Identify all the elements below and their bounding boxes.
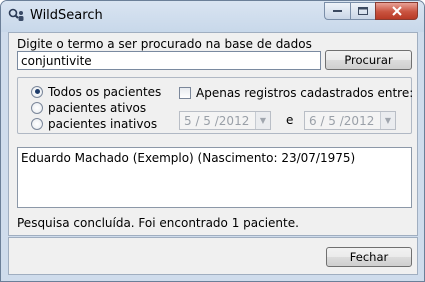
results-list[interactable]: Eduardo Machado (Exemplo) (Nascimento: 2… [17,147,412,208]
radio-all-patients[interactable]: Todos os pacientes [31,84,171,99]
close-icon[interactable] [375,2,418,20]
end-date-value: 6 / 5 /2012 [309,113,375,128]
radio-label: pacientes inativos [48,116,158,131]
main-panel: Digite o termo a ser procurado na base d… [8,32,418,236]
search-label: Digite o termo a ser procurado na base d… [17,37,312,51]
radio-active-patients[interactable]: pacientes ativos [31,100,171,115]
filter-group: Todos os pacientes pacientes ativos paci… [17,77,413,134]
dropdown-arrow-icon[interactable]: ▼ [380,112,395,129]
checkbox-label: Apenas registros cadastrados entre: [196,86,414,100]
list-item[interactable]: Eduardo Machado (Exemplo) (Nascimento: 2… [21,151,355,165]
date-conjunction: e [286,113,294,127]
dropdown-arrow-icon[interactable]: ▼ [255,112,270,129]
radio-label: pacientes ativos [48,100,147,115]
radio-inactive-patients[interactable]: pacientes inativos [31,116,171,131]
title-bar[interactable]: WildSearch [1,1,424,32]
search-input[interactable] [17,51,321,70]
checkbox-unchecked-icon [179,87,191,99]
close-button[interactable]: Fechar [326,247,412,267]
search-people-icon [8,8,24,21]
date-range-checkbox[interactable]: Apenas registros cadastrados entre: [179,86,413,100]
app-window: WildSearch Digite o termo a ser procurad… [0,0,425,282]
radio-unchecked-icon [31,117,43,130]
status-text: Pesquisa concluída. Foi encontrado 1 pac… [17,216,299,230]
footer-bar: Fechar [8,237,418,275]
start-date-value: 5 / 5 /2012 [184,113,250,128]
maximize-icon[interactable] [350,2,375,20]
radio-checked-icon [31,85,43,98]
minimize-icon[interactable] [324,2,350,20]
window-controls [324,2,418,20]
start-date-picker[interactable]: 5 / 5 /2012 ▼ [179,111,271,130]
search-button[interactable]: Procurar [325,50,412,70]
radio-unchecked-icon [31,101,43,114]
end-date-picker[interactable]: 6 / 5 /2012 ▼ [304,111,396,130]
radio-label: Todos os pacientes [48,84,162,99]
window-title: WildSearch [30,8,103,23]
